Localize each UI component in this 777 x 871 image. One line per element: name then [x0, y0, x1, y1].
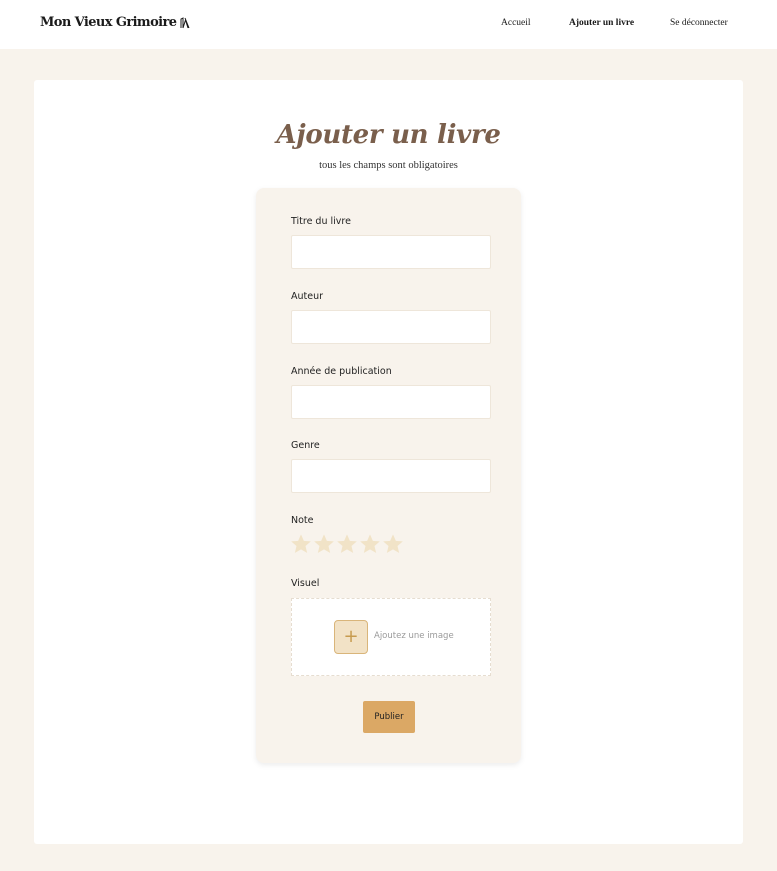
- genre-label: Genre: [291, 440, 320, 451]
- plus-icon: +: [343, 626, 359, 647]
- top-header: Mon Vieux Grimoire Accueil Ajouter un li…: [0, 0, 777, 49]
- genre-input[interactable]: [291, 459, 491, 493]
- star-icon[interactable]: [336, 533, 358, 555]
- year-label: Année de publication: [291, 366, 392, 377]
- year-input[interactable]: [291, 385, 491, 419]
- page-subtitle: tous les champs sont obligatoires: [319, 160, 458, 171]
- add-image-text: Ajoutez une image: [374, 631, 454, 641]
- star-icon[interactable]: [382, 533, 404, 555]
- star-icon[interactable]: [359, 533, 381, 555]
- main-nav: Accueil Ajouter un livre Se déconnecter: [0, 18, 777, 32]
- rating-stars[interactable]: [290, 533, 404, 555]
- nav-add-book-link[interactable]: Ajouter un livre: [569, 18, 634, 28]
- title-input[interactable]: [291, 235, 491, 269]
- page-title: Ajouter un livre: [276, 120, 501, 150]
- author-input[interactable]: [291, 310, 491, 344]
- rating-label: Note: [291, 515, 314, 526]
- star-icon[interactable]: [290, 533, 312, 555]
- star-icon[interactable]: [313, 533, 335, 555]
- visual-label: Visuel: [291, 578, 320, 589]
- nav-home-link[interactable]: Accueil: [501, 18, 531, 28]
- title-label: Titre du livre: [291, 216, 351, 227]
- add-image-button[interactable]: +: [334, 620, 368, 654]
- publish-button[interactable]: Publier: [363, 701, 415, 733]
- author-label: Auteur: [291, 291, 324, 302]
- nav-logout-link[interactable]: Se déconnecter: [670, 18, 728, 28]
